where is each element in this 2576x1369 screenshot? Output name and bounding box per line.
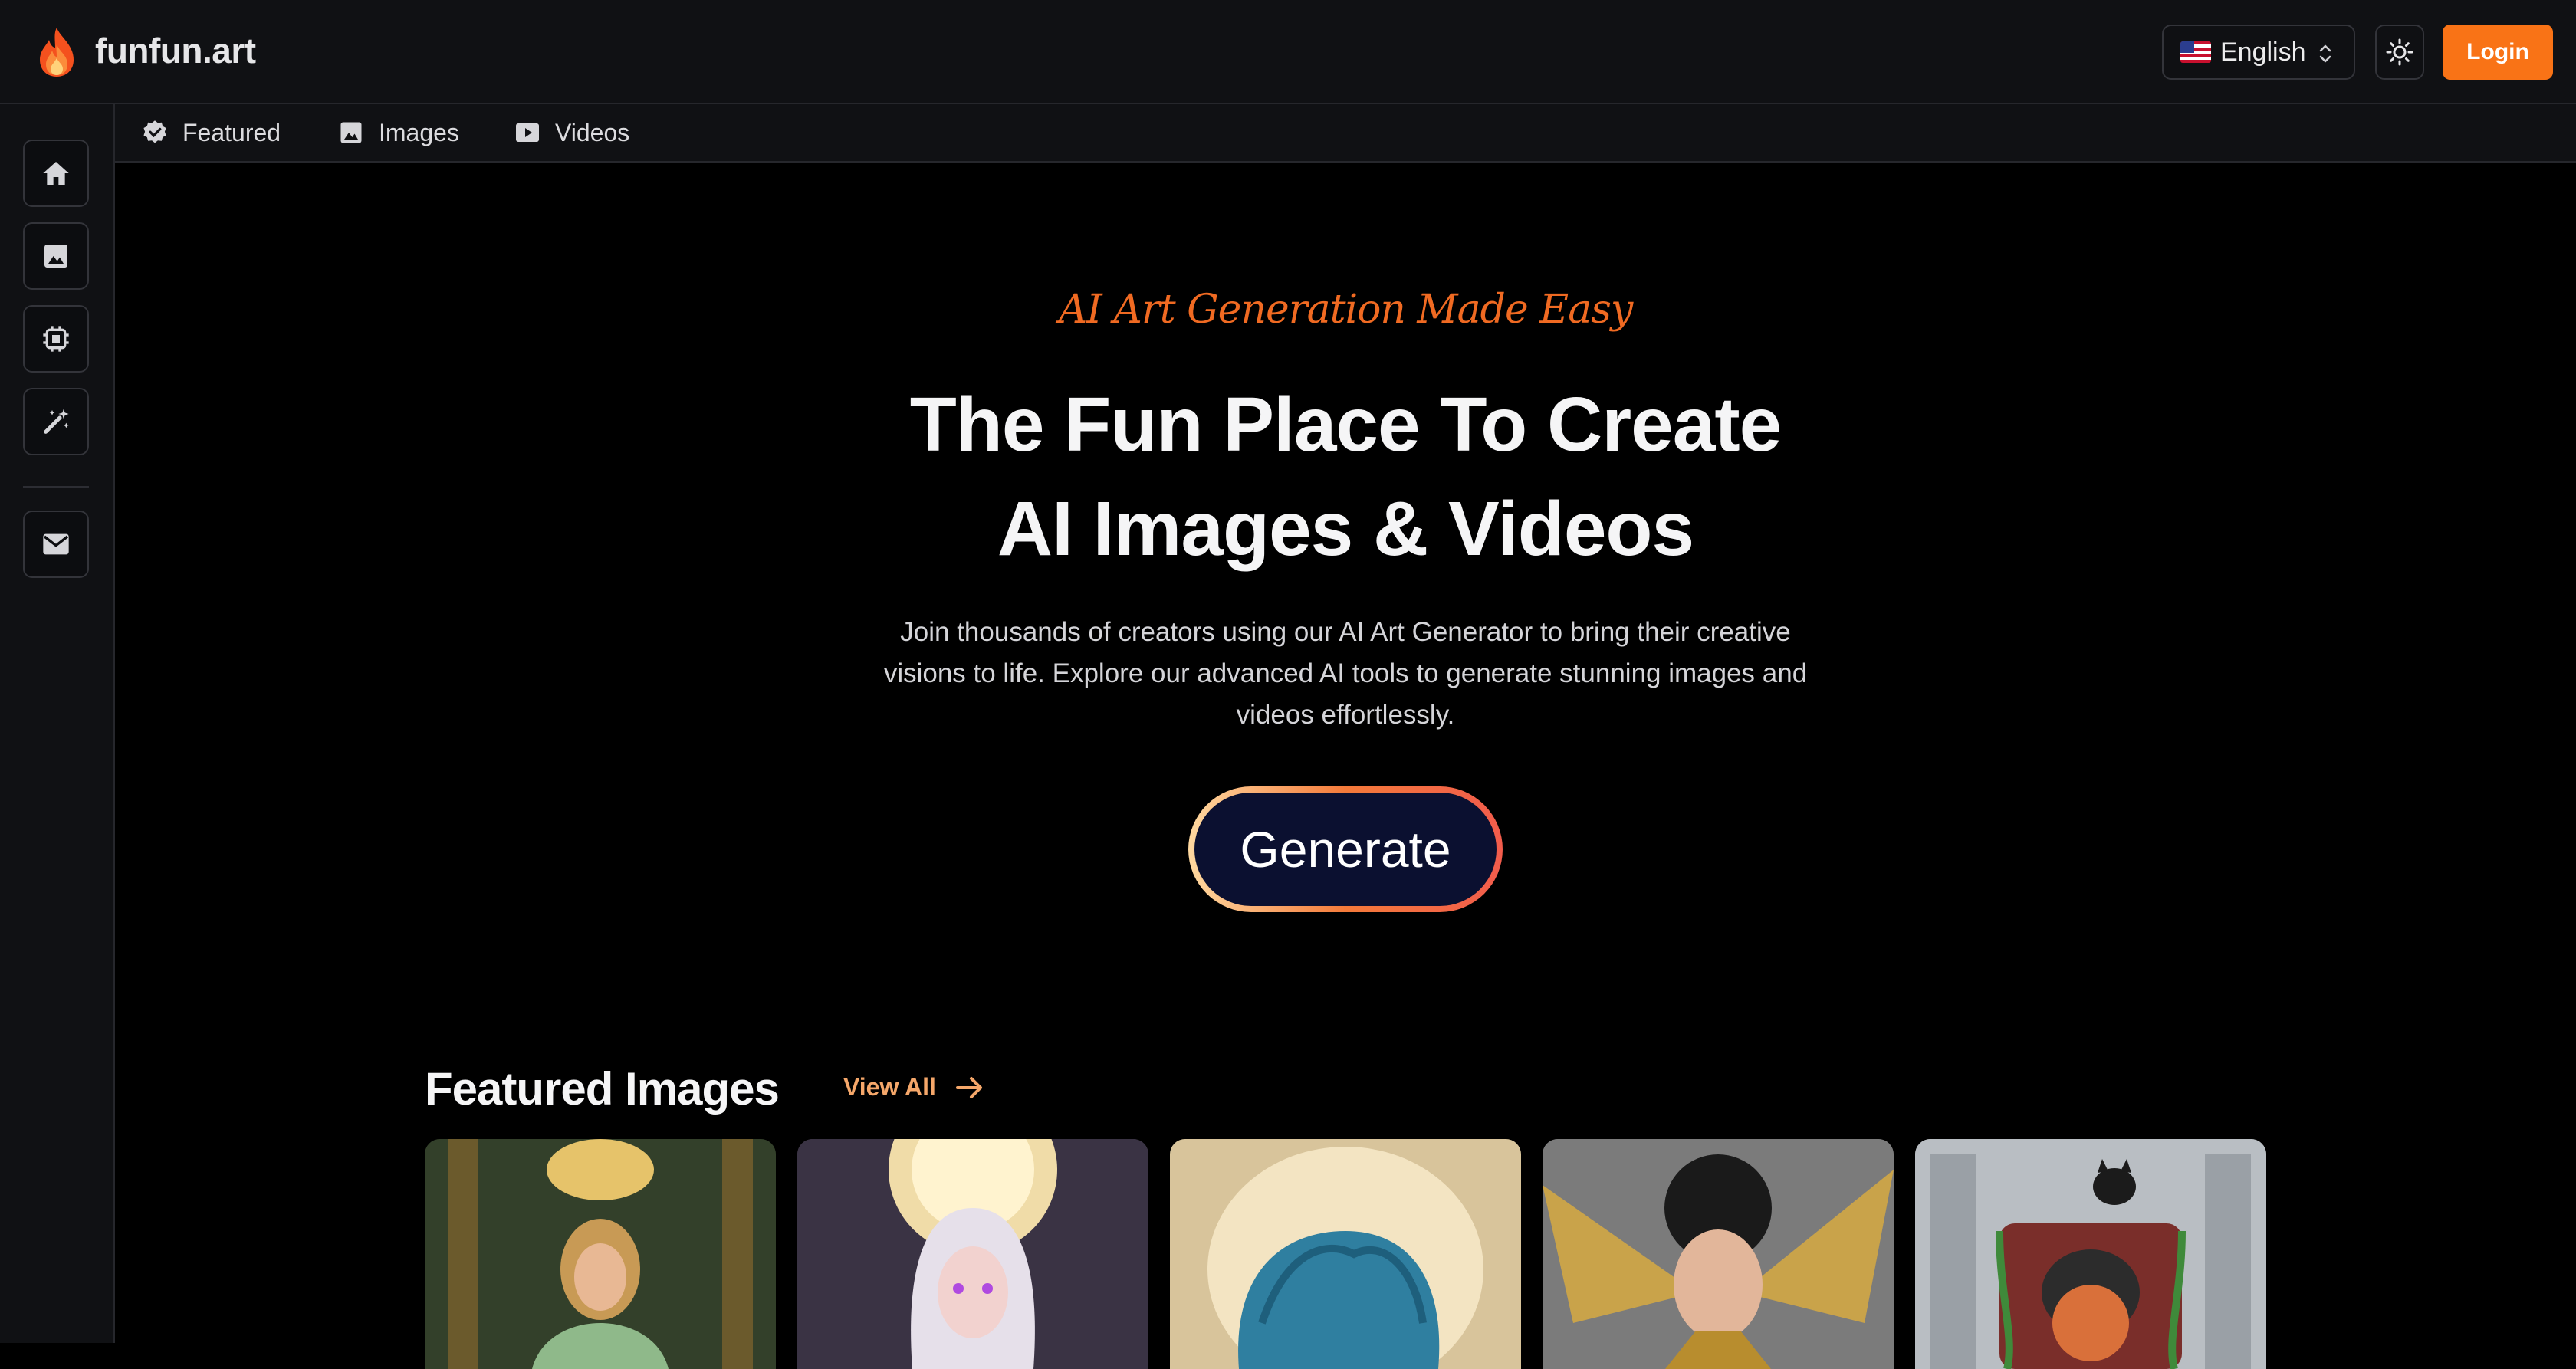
sun-icon: [2386, 38, 2413, 66]
generate-button[interactable]: Generate: [1188, 786, 1503, 912]
featured-image-thumbnail: [1543, 1139, 1894, 1369]
verified-badge-icon: [143, 120, 166, 143]
hero-tagline: AI Art Generation Made Easy: [1058, 287, 1634, 333]
view-all-link[interactable]: View All: [843, 1073, 985, 1101]
brand-name[interactable]: funfun.art: [95, 28, 256, 74]
featured-image-thumbnail: [797, 1139, 1148, 1369]
featured-image-thumbnail: [1915, 1139, 2266, 1369]
arrow-right-icon: [955, 1076, 982, 1098]
hero-headline-line1: The Fun Place To Create: [909, 382, 1783, 468]
mail-icon: [43, 533, 69, 555]
image-icon: [44, 245, 67, 268]
featured-image-card[interactable]: [425, 1139, 776, 1369]
sidebar-item-home[interactable]: [23, 140, 89, 207]
view-all-label: View All: [843, 1073, 936, 1101]
tab-videos[interactable]: Videos: [514, 113, 629, 152]
language-selector[interactable]: English: [2162, 25, 2355, 80]
login-button[interactable]: Login: [2443, 25, 2553, 80]
hero-headline: The Fun Place To Create AI Images & Vide…: [115, 373, 2576, 581]
language-label: English: [2220, 37, 2306, 67]
featured-image-card[interactable]: [1170, 1139, 1521, 1369]
top-header: funfun.art English Login: [0, 0, 2576, 104]
tab-images[interactable]: Images: [337, 113, 459, 152]
tab-featured[interactable]: Featured: [141, 113, 281, 152]
hero-subtitle: Join thousands of creators using our AI …: [883, 617, 1808, 730]
sidebar-item-contact[interactable]: [23, 511, 89, 578]
tab-videos-label: Videos: [555, 118, 630, 146]
flame-logo-icon[interactable]: [34, 26, 80, 78]
featured-image-card[interactable]: [1915, 1139, 2266, 1369]
featured-image-thumbnail: [425, 1139, 776, 1369]
featured-images-title: Featured Images: [425, 1063, 780, 1115]
us-flag-icon: [2180, 41, 2211, 63]
featured-image-card[interactable]: [1543, 1139, 1894, 1369]
sidebar-divider: [23, 486, 89, 488]
sidebar-item-images[interactable]: [23, 222, 89, 290]
hero-headline-line2: AI Images & Videos: [997, 486, 1694, 572]
play-video-icon: [516, 123, 539, 142]
sidebar-item-tools[interactable]: [23, 388, 89, 455]
content-tabs: Featured Images Videos: [115, 104, 2576, 163]
image-icon: [340, 122, 362, 143]
chevron-up-down-icon: [2319, 44, 2331, 63]
tab-featured-label: Featured: [182, 118, 281, 146]
home-icon: [43, 162, 69, 185]
tab-images-label: Images: [379, 118, 459, 146]
theme-toggle-button[interactable]: [2375, 25, 2424, 80]
featured-image-card[interactable]: [797, 1139, 1148, 1369]
magic-wand-icon: [44, 409, 69, 434]
featured-image-thumbnail: [1170, 1139, 1521, 1369]
